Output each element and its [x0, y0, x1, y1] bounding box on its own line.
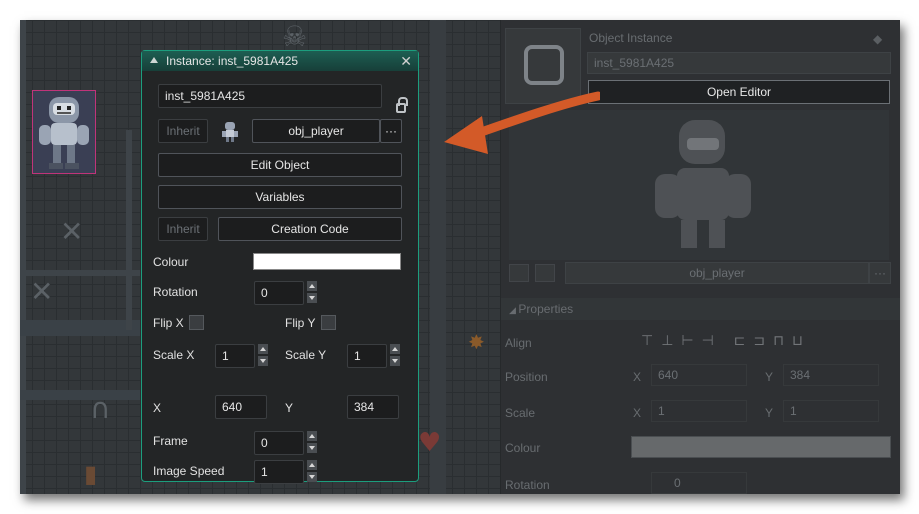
edit-object-button[interactable]: Edit Object	[158, 153, 402, 177]
skull-decoration: ☠	[282, 20, 308, 53]
sprite-button[interactable]	[509, 264, 529, 282]
object-sprite-icon	[222, 122, 238, 142]
collapse-triangle-icon: ◢	[509, 305, 519, 315]
room-wall	[126, 130, 132, 330]
properties-section-header[interactable]: ◢ Properties	[501, 298, 900, 320]
x-field[interactable]: 640	[215, 395, 267, 419]
object-selector[interactable]: obj_player	[252, 119, 380, 143]
instance-dialog: Instance: inst_5981A425 ✕ inst_5981A425 …	[141, 50, 419, 484]
rotation-field[interactable]: 0	[254, 281, 304, 305]
scale-x-label: Scale X	[153, 348, 195, 362]
frame-field[interactable]: 0	[254, 431, 304, 455]
tag-icon: ◆	[873, 32, 883, 46]
align-icons: ⊤⊥⊢⊣ ⊏⊐⊓⊔	[641, 332, 811, 348]
dialog-title: Instance: inst_5981A425	[166, 54, 299, 68]
inspector-colour-swatch[interactable]	[631, 436, 891, 458]
align-label: Align	[505, 336, 532, 350]
instance-name-field[interactable]: inst_5981A425	[158, 84, 382, 108]
frame-stepper[interactable]	[307, 431, 317, 453]
scale-x-field[interactable]: 1	[651, 400, 747, 422]
properties-label: Properties	[518, 302, 574, 316]
inspector-colour-label: Colour	[505, 441, 541, 455]
robot-sprite-icon	[39, 97, 89, 169]
scale-y-label: Y	[765, 406, 774, 420]
flip-y-label: Flip Y	[285, 316, 316, 330]
torch-decoration: ✸	[468, 330, 485, 354]
close-icon[interactable]: ✕	[400, 53, 412, 70]
inspector-name-field[interactable]: inst_5981A425	[587, 52, 891, 74]
collapse-triangle-icon	[150, 57, 158, 63]
frame-label: Frame	[153, 434, 188, 448]
inspector-rotation-label: Rotation	[505, 478, 550, 492]
tombstone-decoration: ∩	[90, 392, 111, 425]
scale-y-field[interactable]: 1	[347, 344, 387, 368]
x-label: X	[153, 401, 162, 415]
scale-y-field[interactable]: 1	[783, 400, 879, 422]
inherit-code-button[interactable]: Inherit	[158, 217, 208, 241]
object-more-button[interactable]: ···	[380, 119, 402, 143]
scale-y-label: Scale Y	[285, 348, 327, 362]
position-label: Position	[505, 370, 548, 384]
inspector-object-field[interactable]: obj_player	[565, 262, 869, 284]
player-instance-sprite[interactable]	[32, 90, 96, 174]
flip-x-checkbox[interactable]	[189, 315, 204, 330]
inspector-object-more-button[interactable]: ···	[869, 262, 891, 284]
colour-swatch[interactable]	[253, 253, 401, 270]
image-speed-label: Image Speed	[153, 464, 225, 478]
bones-decoration: ✕	[60, 215, 84, 248]
heart-decoration: ♥	[418, 428, 442, 458]
dialog-titlebar[interactable]: Instance: inst_5981A425 ✕	[142, 51, 418, 71]
object-icon	[524, 45, 564, 85]
scale-x-stepper[interactable]	[258, 344, 268, 366]
y-label: Y	[285, 401, 294, 415]
scale-label: Scale	[505, 406, 536, 420]
rotation-stepper[interactable]	[307, 281, 317, 303]
flip-x-label: Flip X	[153, 316, 184, 330]
pos-x-label: X	[633, 370, 642, 384]
pos-y-field[interactable]: 384	[783, 364, 879, 386]
barrel-decoration: ▮	[84, 460, 98, 488]
scale-y-stepper[interactable]	[390, 344, 400, 366]
pos-x-field[interactable]: 640	[651, 364, 747, 386]
image-speed-stepper[interactable]	[307, 460, 317, 482]
room-wall	[20, 20, 26, 494]
room-wall	[20, 320, 140, 336]
lock-icon[interactable]	[396, 97, 408, 113]
screenshot: ✕ ✕ ☠ ∩ ✸ ♥ ▮ Object Instance ◆ inst_598…	[20, 20, 900, 494]
open-editor-button[interactable]: Open Editor	[588, 80, 890, 104]
bones-decoration: ✕	[30, 275, 54, 308]
pos-y-label: Y	[765, 370, 774, 384]
variables-button[interactable]: Variables	[158, 185, 402, 209]
edit-sprite-button[interactable]	[535, 264, 555, 282]
creation-code-button[interactable]: Creation Code	[218, 217, 402, 241]
callout-arrow-icon	[444, 91, 600, 154]
inherit-button[interactable]: Inherit	[158, 119, 208, 143]
colour-label: Colour	[153, 255, 189, 269]
inspector-header: Object Instance	[589, 31, 673, 45]
image-speed-field[interactable]: 1	[254, 460, 304, 484]
scale-x-label: X	[633, 406, 642, 420]
room-wall	[20, 390, 140, 400]
y-field[interactable]: 384	[347, 395, 399, 419]
inspector-rotation-field[interactable]: 0	[651, 472, 747, 494]
rotation-label: Rotation	[153, 285, 198, 299]
scale-x-field[interactable]: 1	[215, 344, 255, 368]
flip-y-checkbox[interactable]	[321, 315, 336, 330]
